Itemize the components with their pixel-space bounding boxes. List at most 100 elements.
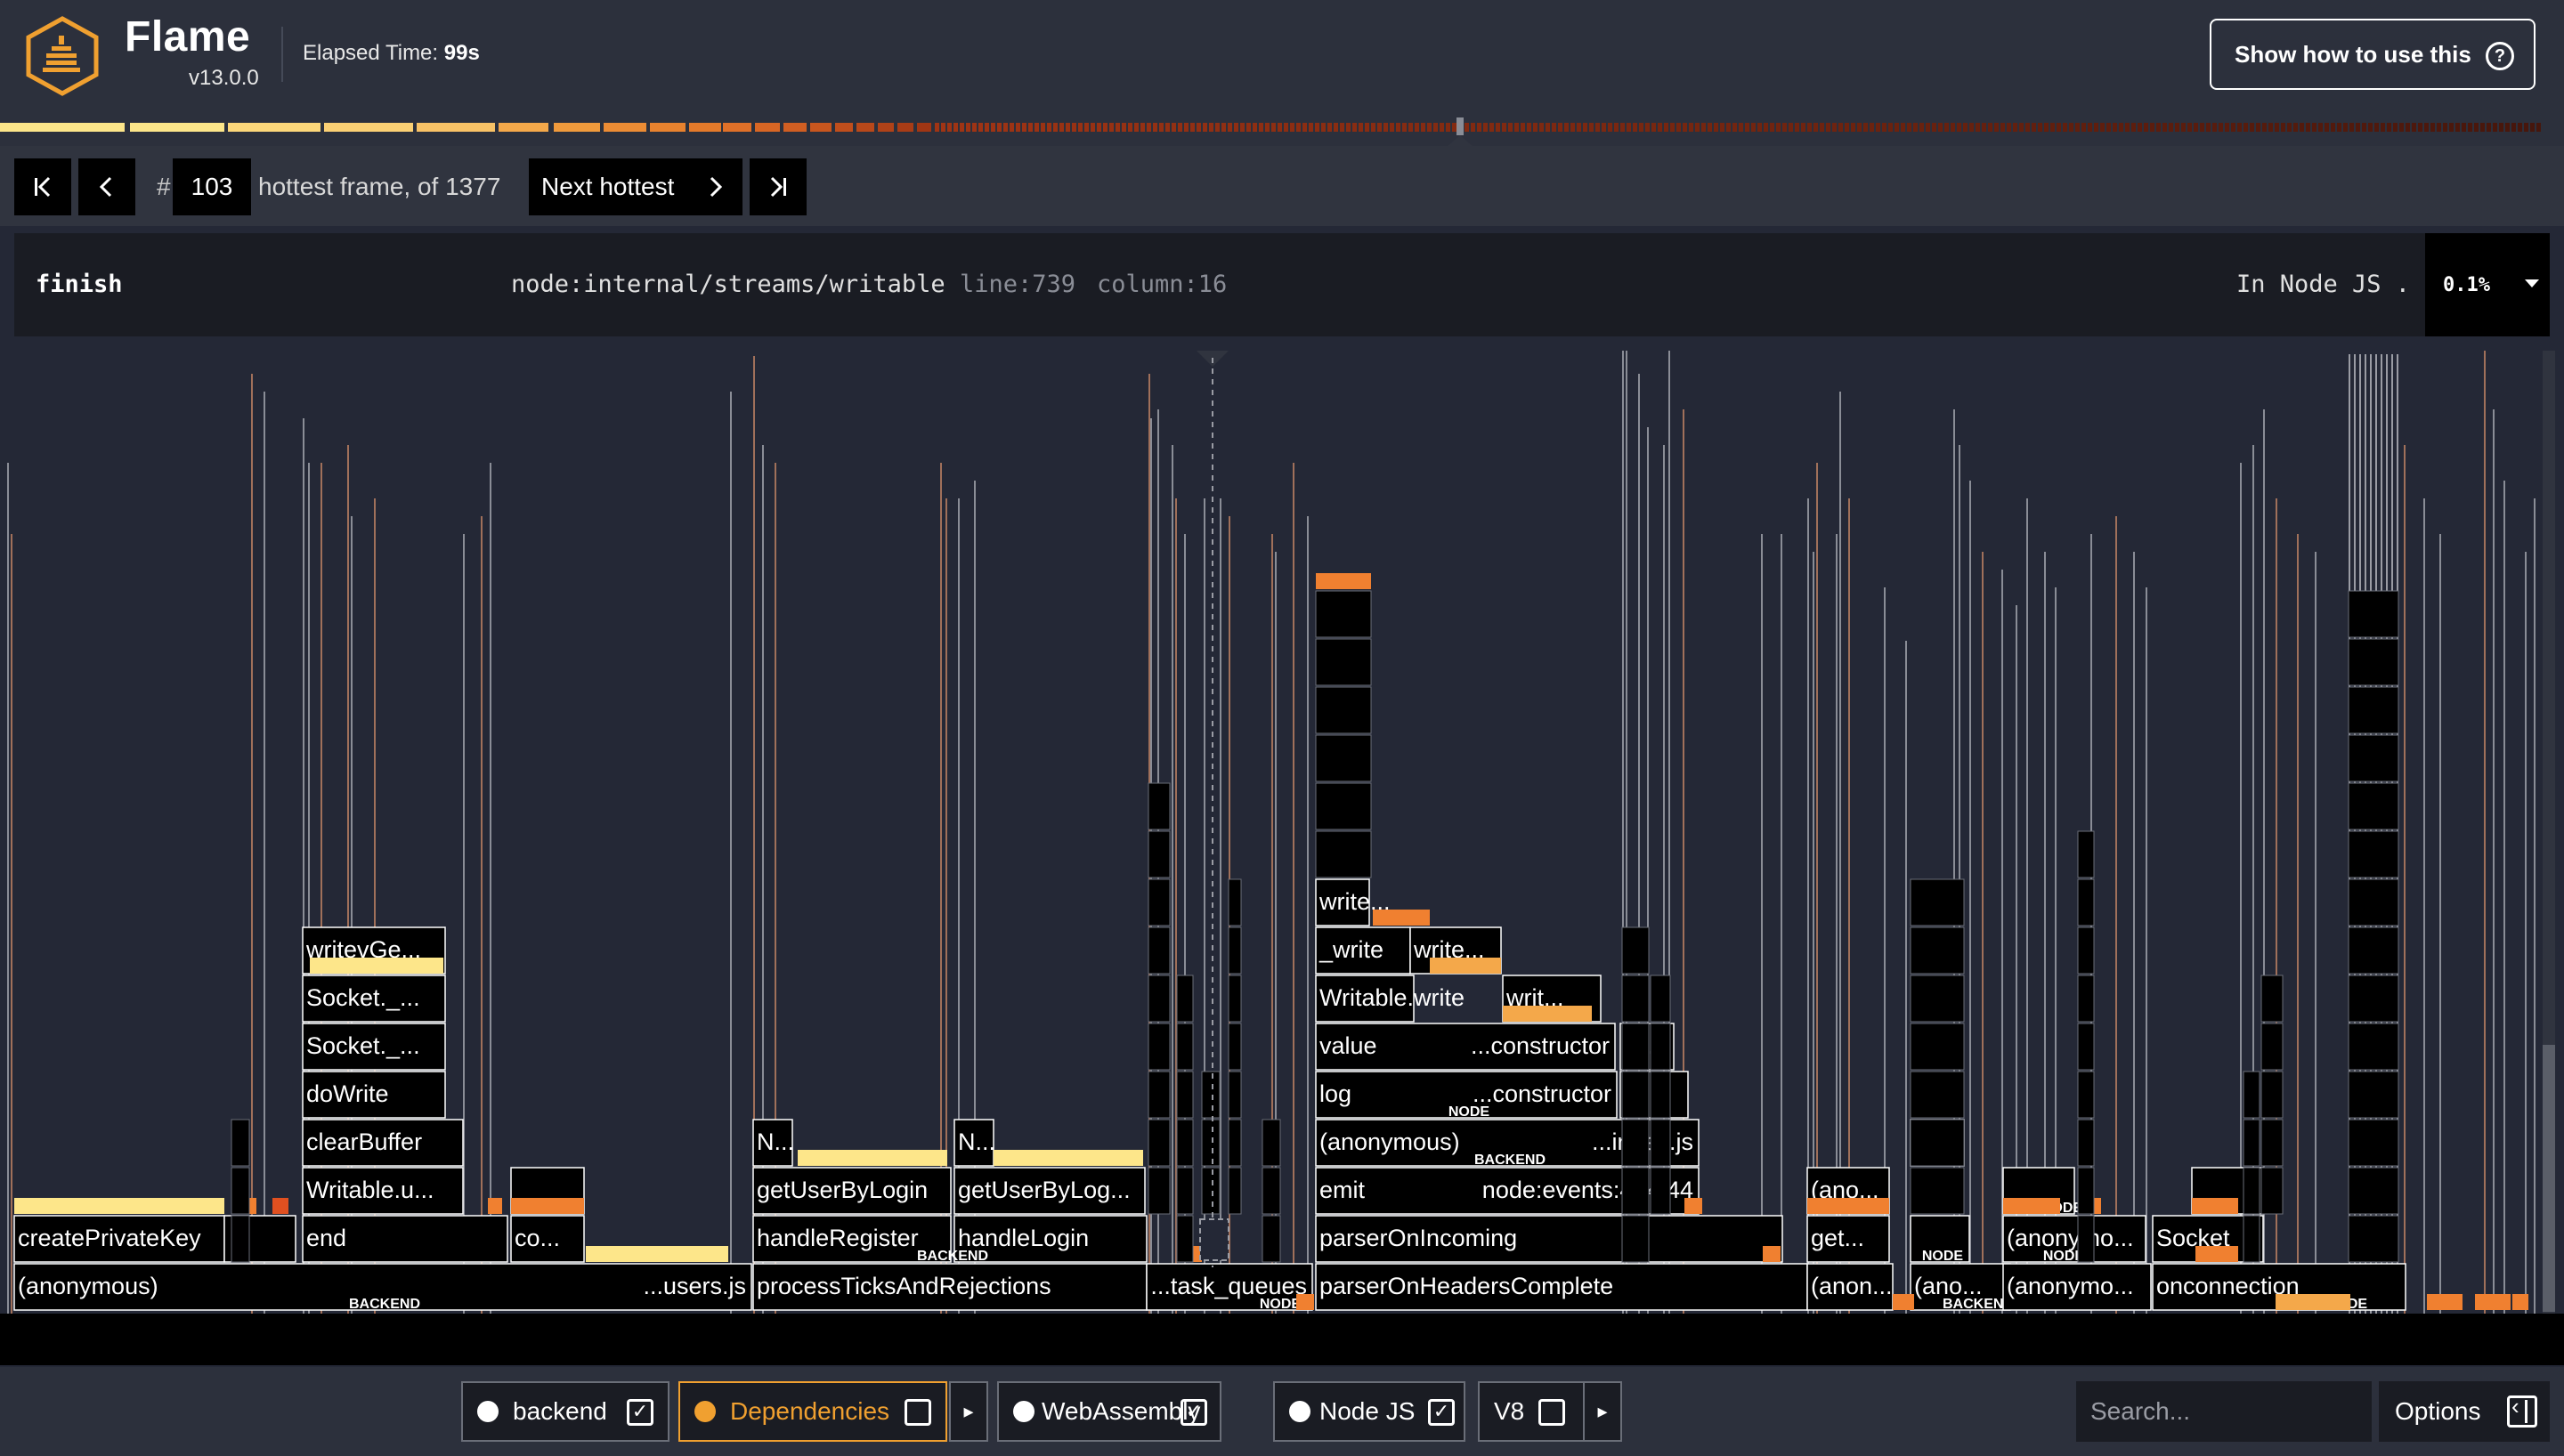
hotness-segment[interactable] bbox=[1383, 123, 1388, 132]
hotness-segment[interactable] bbox=[1097, 123, 1101, 132]
flame-frame[interactable] bbox=[2348, 590, 2399, 638]
hotness-segment[interactable] bbox=[2368, 123, 2373, 132]
hotness-segment[interactable] bbox=[1826, 123, 1830, 132]
hotness-segment[interactable] bbox=[2094, 123, 2098, 132]
hotness-segment[interactable] bbox=[228, 123, 320, 132]
hotness-segment[interactable] bbox=[1128, 123, 1132, 132]
selected-frame-outline[interactable] bbox=[1199, 1218, 1229, 1261]
hotness-segment[interactable] bbox=[1103, 123, 1108, 132]
flame-thin-frame[interactable] bbox=[2484, 351, 2486, 1314]
hotness-segment[interactable] bbox=[2075, 123, 2080, 132]
flame-frame-processTicks[interactable]: processTicksAndRejections bbox=[752, 1263, 1148, 1311]
hotness-segment[interactable] bbox=[1215, 123, 1220, 132]
hotness-segment[interactable] bbox=[1084, 123, 1089, 132]
flame-thin-frame[interactable] bbox=[1905, 641, 1907, 1314]
hotness-segment[interactable] bbox=[1876, 123, 1880, 132]
hotness-segment[interactable] bbox=[2050, 123, 2055, 132]
first-frame-button[interactable] bbox=[14, 158, 71, 215]
flame-frame[interactable] bbox=[1315, 734, 1372, 782]
flame-thin-frame[interactable] bbox=[1293, 463, 1294, 1314]
flame-hot-cap[interactable] bbox=[1684, 1198, 1702, 1214]
hotness-segment[interactable] bbox=[1508, 123, 1513, 132]
flame-frame[interactable] bbox=[1910, 1023, 1965, 1071]
hotness-segment[interactable] bbox=[1969, 123, 1974, 132]
hotness-segment[interactable] bbox=[1253, 123, 1257, 132]
search-input[interactable] bbox=[2076, 1381, 2372, 1442]
hotness-segment[interactable] bbox=[1845, 123, 1849, 132]
hotness-segment[interactable] bbox=[1134, 123, 1139, 132]
flame-frame[interactable] bbox=[1228, 1167, 1242, 1215]
hotness-segment[interactable] bbox=[966, 123, 970, 132]
hotness-segment[interactable] bbox=[2499, 123, 2503, 132]
flame-frame[interactable] bbox=[1176, 1071, 1194, 1119]
next-hottest-button[interactable]: Next hottest bbox=[529, 158, 742, 215]
hotness-segment[interactable] bbox=[2256, 123, 2260, 132]
hotness-segment[interactable] bbox=[2169, 123, 2173, 132]
flame-frame[interactable] bbox=[2348, 830, 2399, 878]
hotness-segment[interactable] bbox=[985, 123, 989, 132]
flame-frame[interactable] bbox=[1176, 1119, 1194, 1167]
flame-graph-svg[interactable]: (anonymous) ...users.js BACKEND processTick… bbox=[0, 351, 2564, 1365]
flame-frame[interactable] bbox=[1176, 1215, 1194, 1263]
hotness-segment[interactable] bbox=[1016, 123, 1020, 132]
flame-hot-cap[interactable] bbox=[798, 1150, 947, 1166]
hotness-segment[interactable] bbox=[960, 123, 964, 132]
hotness-segment[interactable] bbox=[2462, 123, 2466, 132]
flame-hot-cap[interactable] bbox=[1373, 910, 1430, 926]
hotness-segment[interactable] bbox=[1197, 123, 1201, 132]
hotness-segment[interactable] bbox=[1427, 123, 1432, 132]
hotness-segment[interactable] bbox=[1346, 123, 1351, 132]
hotness-segment[interactable] bbox=[2081, 123, 2086, 132]
hotness-segment[interactable] bbox=[2106, 123, 2111, 132]
hotness-segment[interactable] bbox=[2244, 123, 2248, 132]
flame-hot-cap[interactable] bbox=[511, 1198, 584, 1214]
hotness-segment[interactable] bbox=[1620, 123, 1625, 132]
flame-frame[interactable]: (ano...BACKEND bbox=[1910, 1263, 2014, 1312]
flame-frame[interactable] bbox=[2077, 1119, 2095, 1167]
hotness-segment[interactable] bbox=[1776, 123, 1781, 132]
flame-frame[interactable]: Writable.u... bbox=[302, 1167, 464, 1215]
checkbox-checked-icon[interactable]: ✓ bbox=[1181, 1399, 1207, 1426]
filter-webassembly[interactable]: WebAssembly ✓ bbox=[997, 1381, 1221, 1442]
hotness-segment[interactable] bbox=[1234, 123, 1238, 132]
flame-frame[interactable] bbox=[1148, 975, 1171, 1023]
flame-frame[interactable] bbox=[2348, 638, 2399, 686]
hotness-segment[interactable] bbox=[0, 123, 125, 132]
hotness-segment[interactable] bbox=[1558, 123, 1562, 132]
hotness-segment[interactable] bbox=[1003, 123, 1008, 132]
hotness-segment[interactable] bbox=[1851, 123, 1855, 132]
hotness-segment[interactable] bbox=[1919, 123, 1924, 132]
hotness-segment[interactable] bbox=[2474, 123, 2479, 132]
hotness-strip[interactable] bbox=[0, 110, 2564, 146]
flame-thin-frame[interactable] bbox=[2297, 534, 2299, 1314]
flame-frame[interactable] bbox=[2348, 1215, 2399, 1263]
hotness-segment[interactable] bbox=[2181, 123, 2186, 132]
flame-thin-frame[interactable] bbox=[2525, 552, 2527, 1314]
hotness-segment[interactable] bbox=[1988, 123, 1992, 132]
filter-backend[interactable]: backend ✓ bbox=[461, 1381, 669, 1442]
hotness-segment[interactable] bbox=[1078, 123, 1083, 132]
flame-hot-cap[interactable] bbox=[994, 1150, 1143, 1166]
hotness-segment[interactable] bbox=[1259, 123, 1263, 132]
flame-thin-frame[interactable] bbox=[2146, 587, 2147, 1314]
hotness-segment[interactable] bbox=[2362, 123, 2366, 132]
hotness-segment[interactable] bbox=[1882, 123, 1886, 132]
flame-hot-cap[interactable] bbox=[272, 1198, 288, 1214]
hotness-segment[interactable] bbox=[1209, 123, 1213, 132]
hotness-segment[interactable] bbox=[835, 123, 853, 132]
hotness-segment[interactable] bbox=[1564, 123, 1569, 132]
flame-hot-cap[interactable] bbox=[1763, 1246, 1781, 1262]
checkbox-unchecked-icon[interactable] bbox=[905, 1399, 931, 1426]
hotness-bar-svg[interactable] bbox=[0, 110, 2564, 146]
flame-thin-frame[interactable] bbox=[490, 463, 491, 1314]
hotness-segment[interactable] bbox=[2381, 123, 2385, 132]
filter-dependencies[interactable]: Dependencies bbox=[678, 1381, 947, 1442]
hotness-segment[interactable] bbox=[2387, 123, 2391, 132]
hotness-segment[interactable] bbox=[1982, 123, 1986, 132]
flame-frame[interactable] bbox=[2348, 878, 2399, 926]
flame-thin-frame[interactable] bbox=[2315, 552, 2317, 1314]
flame-hot-cap[interactable] bbox=[2276, 1294, 2350, 1310]
hotness-segment[interactable] bbox=[2262, 123, 2267, 132]
flame-frame[interactable]: getUserByLog... bbox=[953, 1167, 1146, 1215]
hotness-segment[interactable] bbox=[1228, 123, 1232, 132]
